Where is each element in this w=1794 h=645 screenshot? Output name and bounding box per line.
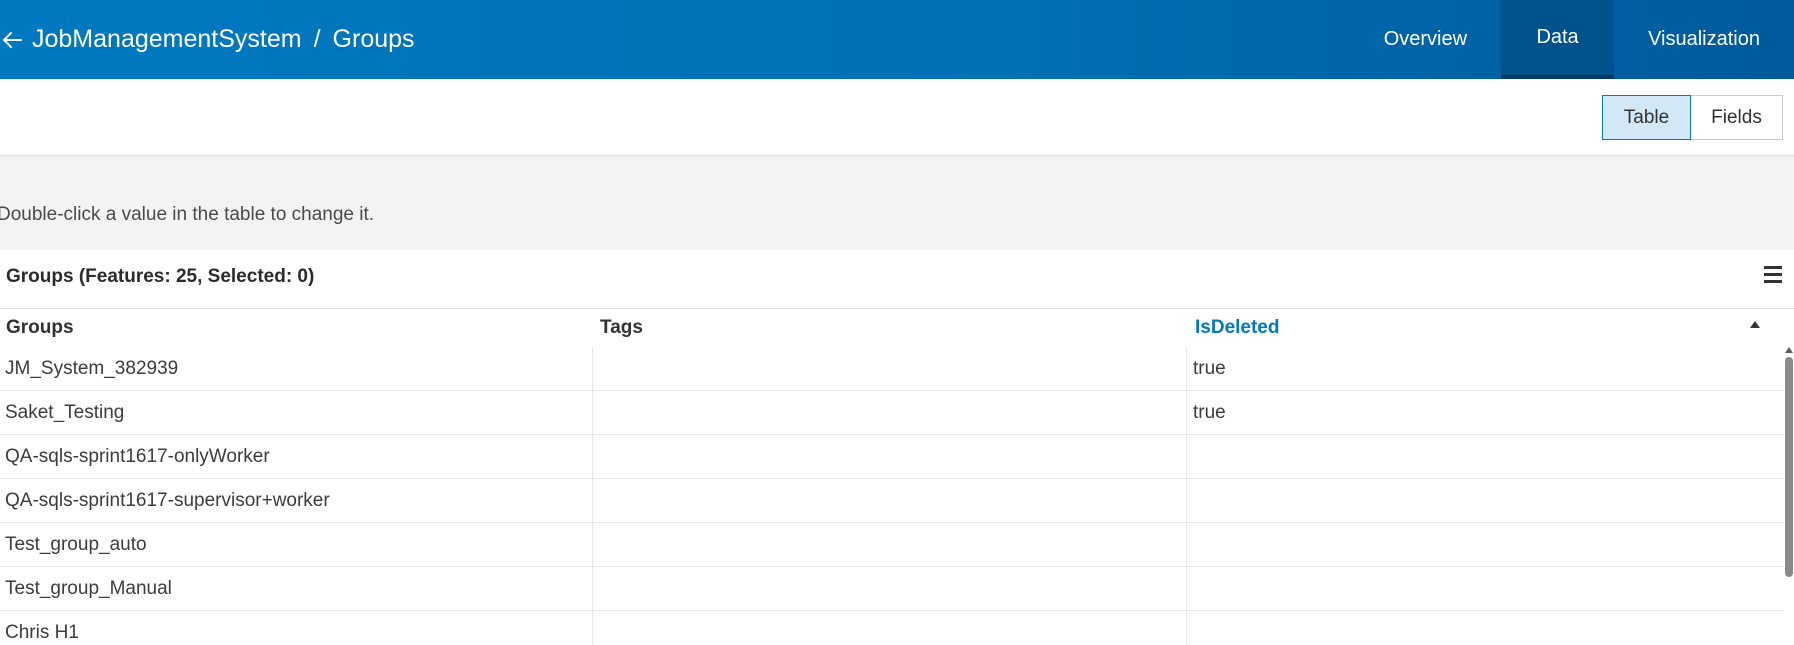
column-header-isdeleted[interactable]: IsDeleted — [1195, 309, 1279, 347]
breadcrumb-app-link[interactable]: JobManagementSystem — [32, 25, 302, 54]
vertical-scrollbar[interactable] — [1784, 347, 1794, 645]
table-view-button[interactable]: Table — [1602, 95, 1691, 140]
tab-overview[interactable]: Overview — [1350, 0, 1501, 79]
column-header-groups[interactable]: Groups — [6, 309, 74, 347]
sort-ascending-icon[interactable] — [1750, 321, 1760, 328]
view-toolbar: Table Fields — [0, 79, 1794, 156]
table-row[interactable]: Saket_Testing true — [0, 391, 1784, 435]
table-title: Groups (Features: 25, Selected: 0) — [6, 266, 315, 287]
breadcrumb: JobManagementSystem / Groups — [0, 0, 415, 79]
cell-groups[interactable]: QA-sqls-sprint1617-onlyWorker — [5, 435, 270, 478]
fields-view-button[interactable]: Fields — [1691, 95, 1783, 140]
edit-hint-text: Double-click a value in the table to cha… — [0, 204, 375, 225]
table-row[interactable]: JM_System_382939 true — [0, 347, 1784, 391]
cell-groups[interactable]: JM_System_382939 — [5, 347, 178, 390]
scroll-up-icon[interactable] — [1785, 347, 1793, 353]
table-row[interactable]: Test_group_Manual — [0, 567, 1784, 611]
cell-groups[interactable]: Saket_Testing — [5, 391, 124, 434]
cell-groups[interactable]: Test_group_auto — [5, 523, 147, 566]
attribute-table: Groups (Features: 25, Selected: 0) Group… — [0, 250, 1794, 645]
hamburger-menu-icon[interactable] — [1764, 266, 1782, 286]
hint-banner: Double-click a value in the table to cha… — [0, 156, 1794, 250]
main-nav: Overview Data Visualization — [1350, 0, 1794, 79]
tab-data[interactable]: Data — [1501, 0, 1615, 79]
breadcrumb-separator: / — [313, 25, 321, 53]
column-header-tags[interactable]: Tags — [600, 309, 643, 347]
table-row[interactable]: QA-sqls-sprint1617-supervisor+worker — [0, 479, 1784, 523]
cell-isdeleted[interactable]: true — [1193, 347, 1226, 390]
table-row[interactable]: QA-sqls-sprint1617-onlyWorker — [0, 435, 1784, 479]
cell-groups[interactable]: QA-sqls-sprint1617-supervisor+worker — [5, 479, 330, 522]
cell-isdeleted[interactable]: true — [1193, 391, 1226, 434]
scrollbar-thumb[interactable] — [1785, 357, 1793, 577]
table-row[interactable]: Test_group_auto — [0, 523, 1784, 567]
table-body: JM_System_382939 true Saket_Testing true… — [0, 347, 1784, 645]
cell-groups[interactable]: Chris H1 — [5, 611, 79, 645]
tab-visualization[interactable]: Visualization — [1614, 0, 1794, 79]
table-row[interactable]: Chris H1 — [0, 611, 1784, 645]
app-header: JobManagementSystem / Groups Overview Da… — [0, 0, 1794, 79]
table-header: Groups Tags IsDeleted — [0, 309, 1784, 347]
view-toggle: Table Fields — [1602, 95, 1783, 140]
breadcrumb-current: Groups — [332, 25, 415, 53]
arrow-left-icon[interactable] — [0, 28, 24, 52]
cell-groups[interactable]: Test_group_Manual — [5, 567, 172, 610]
